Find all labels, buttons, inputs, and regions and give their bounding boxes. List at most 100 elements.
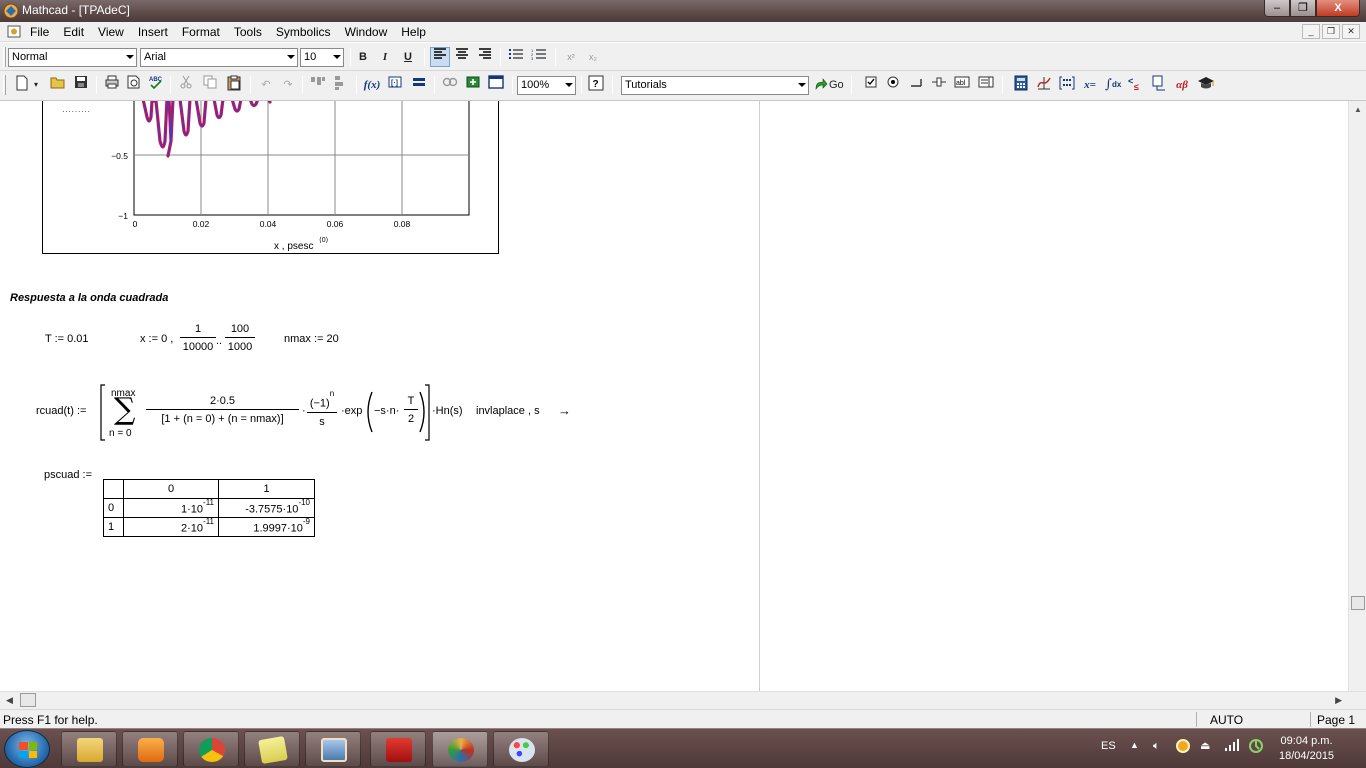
scroll-right-arrow-icon[interactable]: ▶	[1335, 695, 1342, 706]
system-clock[interactable]: 09:04 p.m. 18/04/2015	[1279, 734, 1334, 764]
boolean-palette-button[interactable]: < ≤	[1126, 75, 1146, 95]
font-size-select[interactable]: 10	[300, 48, 344, 67]
evaluation-palette-button[interactable]: x=	[1080, 75, 1100, 95]
matrix-cell[interactable]: 2·10-11	[123, 517, 219, 537]
scroll-up-arrow-icon[interactable]: ▲	[1354, 105, 1362, 114]
greek-palette-button[interactable]: αβ	[1172, 75, 1192, 95]
pscuad-matrix[interactable]: 0 1 0 1·10-11 -3.7575·10-10 1 2·10-11 1.…	[103, 479, 315, 537]
t-definition[interactable]: T := 0.01	[45, 333, 89, 345]
slider-control-button[interactable]	[929, 75, 949, 95]
taskbar-explorer[interactable]	[61, 731, 117, 767]
calculate-button[interactable]	[409, 75, 429, 95]
menu-edit[interactable]: Edit	[63, 25, 84, 39]
taskbar-media-player[interactable]	[122, 731, 178, 767]
push-button-control-button[interactable]	[906, 75, 926, 95]
save-button[interactable]	[71, 75, 91, 95]
print-button[interactable]	[102, 75, 122, 95]
align-down-button[interactable]	[330, 75, 350, 95]
tray-expand-icon[interactable]: ▲	[1130, 740, 1139, 750]
copy-button[interactable]	[200, 75, 220, 95]
menu-symbolics[interactable]: Symbolics	[276, 25, 331, 39]
menu-view[interactable]: View	[98, 25, 124, 39]
worksheet[interactable]: ········· - −0.5 −1 0 0.02 0.04 0.06 0.0…	[0, 101, 1348, 691]
matrix-cell[interactable]: -3.7575·10-10	[218, 498, 315, 518]
taskbar-sticky-notes[interactable]	[244, 731, 300, 767]
taskbar-acrobat[interactable]	[370, 731, 426, 767]
taskbar-mathcad[interactable]	[432, 731, 488, 767]
component-wizard-button[interactable]	[463, 75, 483, 95]
insert-hyperlink-button[interactable]	[440, 75, 460, 95]
horizontal-scroll-thumb[interactable]	[20, 693, 36, 707]
help-button[interactable]: ?	[586, 75, 606, 95]
action-center-icon[interactable]	[1248, 738, 1264, 757]
network-signal-icon[interactable]	[1224, 738, 1240, 755]
go-button[interactable]: Go	[813, 75, 845, 95]
doc-minimize-button[interactable]: _	[1302, 24, 1320, 39]
doc-close-button[interactable]: ✕	[1342, 24, 1360, 39]
align-across-button[interactable]	[308, 75, 328, 95]
taskbar-paint[interactable]	[493, 731, 549, 767]
invlaplace-keyword[interactable]: invlaplace , s	[476, 405, 540, 417]
matrix-palette-button[interactable]	[1057, 75, 1077, 95]
safely-remove-hardware-icon[interactable]: ⏏	[1200, 739, 1210, 752]
underline-button[interactable]: U	[398, 47, 418, 67]
tray-app-icon[interactable]	[1176, 739, 1190, 756]
x-definition-prefix[interactable]: x := 0 ,	[140, 333, 173, 345]
radio-control-button[interactable]	[883, 75, 903, 95]
superscript-button[interactable]: x²	[561, 47, 581, 67]
paste-button[interactable]	[224, 75, 244, 95]
numbering-button[interactable]: 123	[529, 47, 549, 67]
align-left-button[interactable]	[430, 47, 450, 67]
nmax-definition[interactable]: nmax := 20	[284, 333, 339, 345]
programming-palette-button[interactable]	[1149, 75, 1169, 95]
bold-button[interactable]: B	[353, 47, 373, 67]
matrix-cell[interactable]: 1.9997·10-9	[218, 517, 315, 537]
style-select[interactable]: Normal	[8, 48, 137, 67]
undo-button[interactable]: ↶	[256, 75, 276, 95]
pscuad-lhs[interactable]: pscuad :=	[44, 469, 92, 481]
language-indicator[interactable]: ES	[1101, 740, 1116, 752]
document-icon[interactable]	[7, 25, 21, 38]
menu-insert[interactable]: Insert	[138, 25, 168, 39]
restore-button[interactable]: ❐	[1290, 0, 1316, 17]
spell-check-button[interactable]: ABC	[146, 75, 166, 95]
textbox-control-button[interactable]: abl	[952, 75, 972, 95]
menu-format[interactable]: Format	[182, 25, 220, 39]
insert-function-button[interactable]: f(x)	[362, 75, 382, 95]
plot-svg[interactable]: ········· - −0.5 −1 0 0.02 0.04 0.06 0.0…	[0, 101, 760, 266]
mathcad-app-icon[interactable]	[3, 3, 19, 19]
checkbox-control-button[interactable]	[861, 75, 881, 95]
menu-window[interactable]: Window	[345, 25, 388, 39]
vertical-scroll-thumb[interactable]	[1351, 596, 1365, 610]
new-document-button[interactable]	[12, 75, 32, 95]
close-button[interactable]: X	[1316, 0, 1360, 17]
menu-file[interactable]: File	[30, 25, 49, 39]
symbolic-palette-button[interactable]	[1196, 75, 1216, 95]
print-preview-button[interactable]	[124, 75, 144, 95]
toolbar-grip[interactable]	[3, 75, 6, 95]
subscript-button[interactable]: x₂	[583, 47, 603, 67]
vertical-scrollbar[interactable]: ▲	[1348, 101, 1366, 691]
taskbar-chrome[interactable]	[183, 731, 239, 767]
align-right-button[interactable]	[475, 47, 495, 67]
horizontal-scrollbar[interactable]: ◀ ▶	[0, 691, 1366, 709]
calculus-palette-button[interactable]: ∫ dx	[1103, 75, 1123, 95]
taskbar-image-viewer[interactable]	[305, 731, 361, 767]
menu-tools[interactable]: Tools	[234, 25, 262, 39]
menu-help[interactable]: Help	[401, 25, 426, 39]
font-select[interactable]: Arial	[140, 48, 298, 67]
matrix-cell[interactable]: 1·10-11	[123, 498, 219, 518]
insert-unit-button[interactable]: [·]	[386, 75, 406, 95]
calculator-palette-button[interactable]	[1011, 75, 1031, 95]
open-button[interactable]	[48, 75, 68, 95]
align-center-button[interactable]	[452, 47, 472, 67]
bullets-button[interactable]	[506, 47, 526, 67]
doc-restore-button[interactable]: ❐	[1322, 24, 1340, 39]
scroll-left-arrow-icon[interactable]: ◀	[6, 695, 13, 706]
graph-palette-button[interactable]	[1034, 75, 1054, 95]
volume-icon[interactable]: 🔈︎	[1153, 740, 1160, 753]
zoom-select[interactable]: 100%	[517, 76, 576, 95]
start-button[interactable]	[4, 730, 50, 768]
listbox-control-button[interactable]	[976, 75, 996, 95]
toolbar-grip[interactable]	[3, 47, 6, 67]
